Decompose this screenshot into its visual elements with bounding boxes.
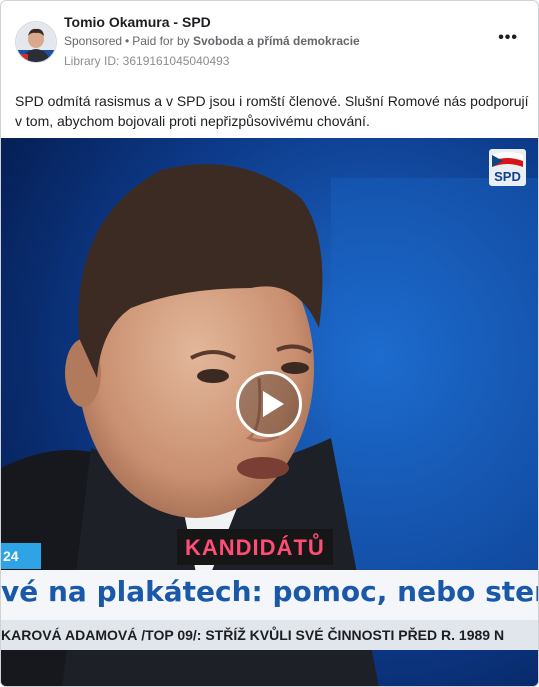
post-text: SPD odmítá rasismus a v SPD jsou i romšt… (15, 93, 529, 129)
library-id: Library ID: 3619161045040493 (64, 54, 230, 68)
flag-icon (492, 152, 523, 167)
video-player[interactable]: SPD KANDIDÁTŮ 24 vé na plakátech: pomoc,… (1, 138, 538, 686)
play-icon (263, 391, 284, 417)
separator-dot: • (125, 34, 130, 48)
ticker-bar: KAROVÁ ADAMOVÁ /TOP 09/: STŘÍŽ KVŮLI SVÉ… (1, 620, 538, 650)
ticker-text: KAROVÁ ADAMOVÁ /TOP 09/: STŘÍŽ KVŮLI SVÉ… (1, 627, 505, 643)
payer-name[interactable]: Svoboda a přímá demokracie (193, 34, 360, 48)
page-name[interactable]: Tomio Okamura - SPD (64, 14, 211, 30)
channel-tag: 24 (1, 543, 41, 569)
ad-card: Tomio Okamura - SPD Sponsored • Paid for b… (0, 0, 539, 687)
paid-for-label: Paid for by (132, 34, 190, 48)
post-header: Tomio Okamura - SPD Sponsored • Paid for b… (1, 1, 538, 81)
spd-logo: SPD (489, 149, 526, 186)
logo-text: SPD (494, 169, 521, 184)
sponsored-label: Sponsored (64, 34, 123, 48)
headline-text: vé na plakátech: pomoc, nebo stereot (1, 575, 538, 608)
play-button[interactable] (236, 371, 302, 437)
more-options-button[interactable]: ••• (498, 29, 518, 47)
overlay-label: KANDIDÁTŮ (177, 529, 333, 565)
headline-bar: vé na plakátech: pomoc, nebo stereot (1, 570, 538, 620)
page-avatar[interactable] (15, 21, 57, 63)
sponsor-line: Sponsored • Paid for by Svoboda a přímá de… (64, 34, 360, 48)
